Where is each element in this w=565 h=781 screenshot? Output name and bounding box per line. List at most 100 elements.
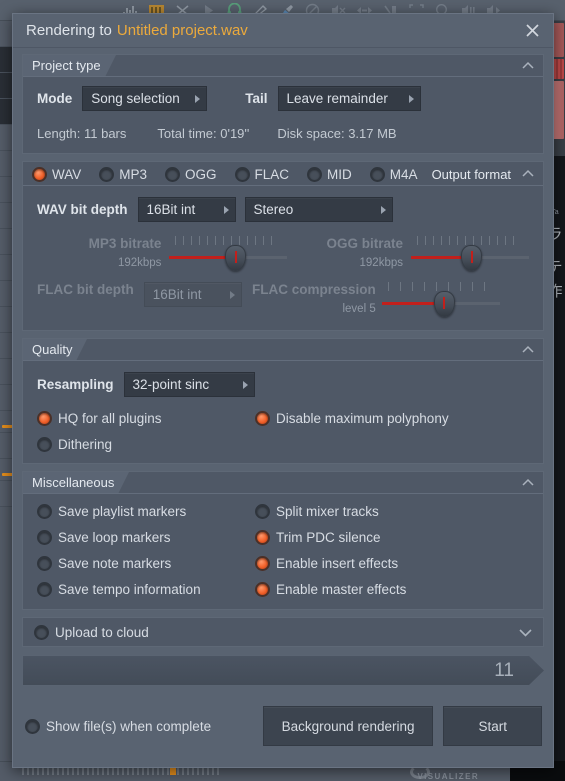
radio-split-mixer-tracks[interactable] bbox=[255, 504, 270, 519]
radio-hq-for-all-plugins[interactable] bbox=[37, 411, 52, 426]
upload-to-cloud-section[interactable]: Upload to cloud bbox=[22, 617, 544, 647]
close-button[interactable] bbox=[521, 20, 543, 42]
option-label: Enable insert effects bbox=[276, 556, 399, 571]
option-dithering[interactable]: Dithering bbox=[37, 437, 529, 452]
option-enable-insert-effects[interactable]: Enable insert effects bbox=[255, 556, 398, 571]
radio-enable-insert-effects[interactable] bbox=[255, 556, 270, 571]
chevron-up-icon[interactable] bbox=[521, 343, 535, 357]
radio-ogg[interactable] bbox=[165, 166, 181, 182]
slider-knob[interactable] bbox=[225, 245, 247, 271]
chevron-up-icon[interactable] bbox=[521, 476, 535, 490]
quality-header: Quality bbox=[23, 339, 543, 361]
option-save-note-markers[interactable]: Save note markers bbox=[37, 556, 255, 571]
radio-mp3[interactable] bbox=[99, 166, 115, 182]
tail-dropdown[interactable]: Leave remainder bbox=[277, 86, 421, 111]
option-disable-maximum-polyphony[interactable]: Disable maximum polyphony bbox=[255, 411, 449, 426]
chevron-right-icon bbox=[408, 94, 414, 103]
option-label: Trim PDC silence bbox=[276, 530, 381, 545]
mp3-bitrate-value: 192kbps bbox=[117, 257, 162, 269]
option-trim-pdc-silence[interactable]: Trim PDC silence bbox=[255, 530, 381, 545]
progress-value: 11 bbox=[494, 659, 514, 681]
pattern-marker bbox=[170, 767, 176, 775]
chevron-right-icon bbox=[380, 205, 386, 214]
radio-show-files-when-complete[interactable] bbox=[25, 718, 40, 734]
format-option-mid[interactable]: MID bbox=[307, 166, 352, 182]
format-option-flac[interactable]: FLAC bbox=[234, 166, 289, 182]
radio-disable-maximum-polyphony[interactable] bbox=[255, 411, 270, 426]
format-label: OGG bbox=[185, 166, 217, 182]
mp3-bitrate-label: MP3 bitrate bbox=[88, 236, 162, 251]
output-format-section: WAV MP3 OGG FLAC MID M4A Output format W… bbox=[22, 161, 544, 331]
mp3-bitrate-slider[interactable] bbox=[169, 236, 288, 274]
mode-dropdown[interactable]: Song selection bbox=[82, 86, 208, 111]
radio-save-tempo-information[interactable] bbox=[37, 582, 52, 597]
channel-mode-dropdown[interactable]: Stereo bbox=[244, 197, 393, 222]
ogg-bitrate-slider[interactable] bbox=[411, 236, 529, 274]
radio-wav[interactable] bbox=[32, 166, 47, 182]
render-progress: 11 bbox=[22, 655, 544, 686]
slider-knob[interactable] bbox=[433, 291, 455, 317]
resampling-dropdown[interactable]: 32-point sinc bbox=[123, 372, 255, 397]
option-enable-master-effects[interactable]: Enable master effects bbox=[255, 582, 406, 597]
output-format-header: WAV MP3 OGG FLAC MID M4A Output format bbox=[23, 162, 543, 186]
option-split-mixer-tracks[interactable]: Split mixer tracks bbox=[255, 504, 379, 519]
flac-bit-depth-dropdown: 16Bit int bbox=[143, 282, 242, 307]
start-button[interactable]: Start bbox=[443, 706, 542, 746]
progress-bar: 11 bbox=[22, 655, 544, 686]
radio-dithering[interactable] bbox=[37, 437, 52, 452]
ogg-bitrate-label: OGG bitrate bbox=[326, 236, 403, 251]
radio-upload-to-cloud[interactable] bbox=[34, 624, 49, 640]
radio-trim-pdc-silence[interactable] bbox=[255, 530, 270, 545]
slider-fill bbox=[381, 302, 442, 305]
option-label: Save loop markers bbox=[58, 530, 171, 545]
chevron-down-icon[interactable] bbox=[518, 625, 533, 640]
flac-compression-slider[interactable] bbox=[381, 282, 500, 320]
slider-ticks bbox=[387, 282, 496, 291]
chevron-up-icon[interactable] bbox=[521, 59, 535, 73]
section-title: Project type bbox=[23, 55, 116, 77]
option-show-files-when-complete[interactable]: Show file(s) when complete bbox=[25, 718, 212, 734]
wav-bit-depth-label: WAV bit depth bbox=[37, 202, 128, 217]
miscellaneous-section: Miscellaneous Save playlist markers Spli… bbox=[22, 471, 544, 610]
chevron-right-icon bbox=[223, 205, 229, 214]
slider-knob[interactable] bbox=[461, 245, 482, 271]
slider-fill bbox=[169, 256, 234, 259]
format-option-mp3[interactable]: MP3 bbox=[99, 166, 148, 182]
close-x-icon bbox=[525, 24, 539, 37]
format-radio-group: WAV MP3 OGG FLAC MID M4A Output format bbox=[23, 162, 511, 186]
tail-label: Tail bbox=[245, 91, 268, 106]
quality-section: Quality Resampling 32-point sinc HQ for … bbox=[22, 338, 544, 464]
option-label: Disable maximum polyphony bbox=[276, 411, 449, 426]
background-rendering-button[interactable]: Background rendering bbox=[262, 706, 434, 746]
project-type-header: Project type bbox=[23, 55, 543, 77]
option-save-loop-markers[interactable]: Save loop markers bbox=[37, 530, 255, 545]
option-save-playlist-markers[interactable]: Save playlist markers bbox=[37, 504, 255, 519]
upload-to-cloud-label: Upload to cloud bbox=[55, 624, 149, 640]
wav-bit-depth-value: 16Bit int bbox=[146, 202, 196, 217]
format-option-m4a[interactable]: M4A bbox=[369, 166, 418, 182]
radio-save-note-markers[interactable] bbox=[37, 556, 52, 571]
radio-enable-master-effects[interactable] bbox=[255, 582, 270, 597]
wav-bit-depth-dropdown[interactable]: 16Bit int bbox=[137, 197, 236, 222]
section-title: Miscellaneous bbox=[23, 472, 130, 494]
total-time-info: Total time: 0'19'' bbox=[157, 126, 250, 141]
option-save-tempo-information[interactable]: Save tempo information bbox=[37, 582, 255, 597]
channel-mode-value: Stereo bbox=[253, 202, 294, 217]
radio-flac[interactable] bbox=[234, 166, 250, 182]
project-type-section: Project type Mode Song selection Tail Le… bbox=[22, 54, 544, 154]
format-option-ogg[interactable]: OGG bbox=[165, 166, 217, 182]
radio-save-loop-markers[interactable] bbox=[37, 530, 52, 545]
chevron-up-icon[interactable] bbox=[521, 167, 535, 181]
slider-ticks bbox=[175, 236, 279, 245]
radio-m4a[interactable] bbox=[369, 166, 385, 182]
format-option-wav[interactable]: WAV bbox=[32, 166, 81, 182]
section-title: Quality bbox=[23, 339, 89, 361]
ogg-bitrate-value: 192kbps bbox=[359, 257, 403, 269]
format-label: MP3 bbox=[119, 166, 148, 182]
radio-save-playlist-markers[interactable] bbox=[37, 504, 52, 519]
option-hq-for-all-plugins[interactable]: HQ for all plugins bbox=[37, 411, 255, 426]
render-dialog: Rendering to Untitled project.wav Projec… bbox=[12, 13, 554, 768]
dialog-title-bar: Rendering to Untitled project.wav bbox=[13, 14, 553, 48]
radio-mid[interactable] bbox=[307, 166, 323, 182]
show-files-label: Show file(s) when complete bbox=[46, 718, 212, 734]
